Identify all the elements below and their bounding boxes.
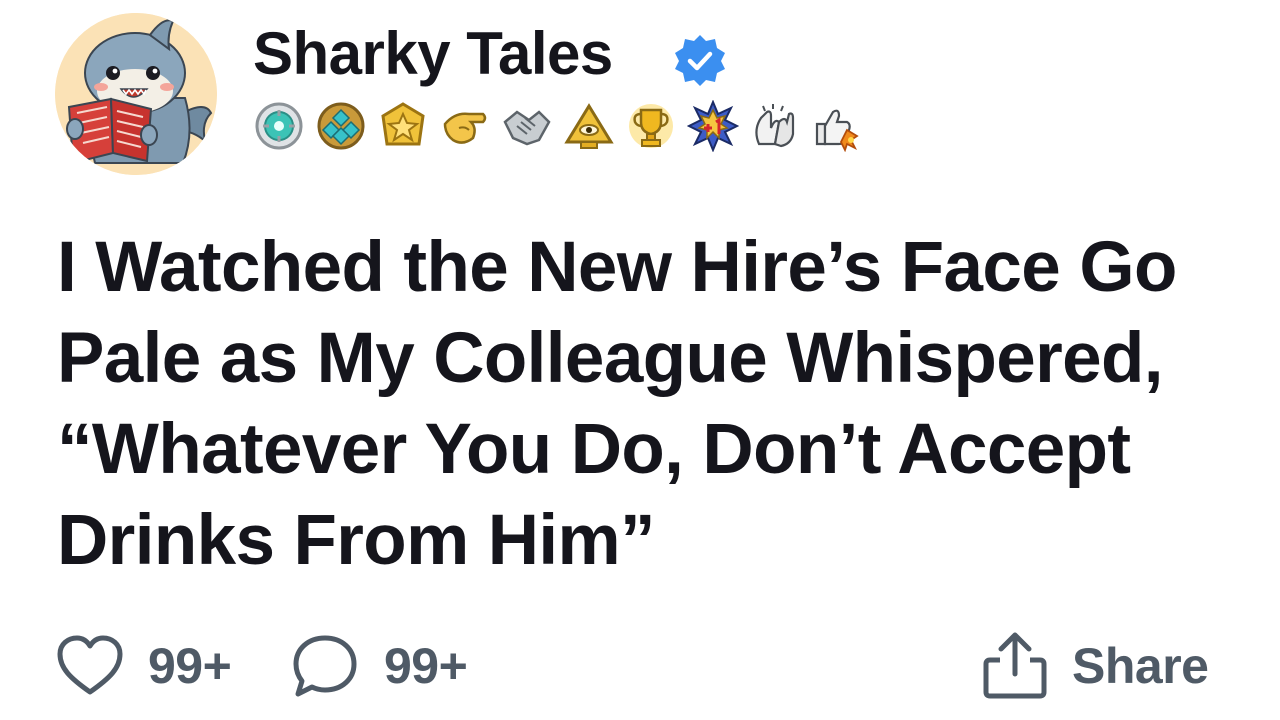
author-avatar[interactable] <box>55 13 217 175</box>
like-count: 99+ <box>148 638 232 694</box>
comment-button[interactable]: 99+ <box>290 628 468 704</box>
verified-badge-icon <box>675 35 725 86</box>
gold-star-badge-icon[interactable] <box>377 100 429 152</box>
share-upload-icon <box>983 632 1047 699</box>
share-button[interactable]: Share <box>980 628 1209 704</box>
handshake-badge-icon[interactable] <box>501 100 553 152</box>
heart-icon <box>57 635 123 695</box>
post-headline[interactable]: I Watched the New Hire’s Face Go Pale as… <box>57 222 1227 586</box>
comment-count: 99+ <box>384 638 468 694</box>
thumbs-up-rocket-badge-icon[interactable] <box>811 100 863 152</box>
gold-trophy-badge-icon[interactable] <box>625 100 677 152</box>
plus-one-burst-badge-icon[interactable] <box>687 100 739 152</box>
clapping-hands-badge-icon[interactable] <box>749 100 801 152</box>
post-card: Sharky Tales I Watched the New Hire’s Fa… <box>0 0 1280 720</box>
teal-gem-cluster-badge-icon[interactable] <box>315 100 367 152</box>
teal-gear-badge-icon[interactable] <box>253 100 305 152</box>
share-label: Share <box>1072 638 1209 694</box>
pyramid-eye-badge-icon[interactable] <box>563 100 615 152</box>
like-button[interactable]: 99+ <box>56 628 232 704</box>
pointing-hand-badge-icon[interactable] <box>439 100 491 152</box>
speech-bubble-icon <box>293 635 357 697</box>
post-action-bar: 99+ 99+ Share <box>0 628 1280 704</box>
author-name[interactable]: Sharky Tales <box>253 18 613 90</box>
shark-reading-book-icon <box>55 13 217 175</box>
achievement-badges <box>253 100 873 152</box>
